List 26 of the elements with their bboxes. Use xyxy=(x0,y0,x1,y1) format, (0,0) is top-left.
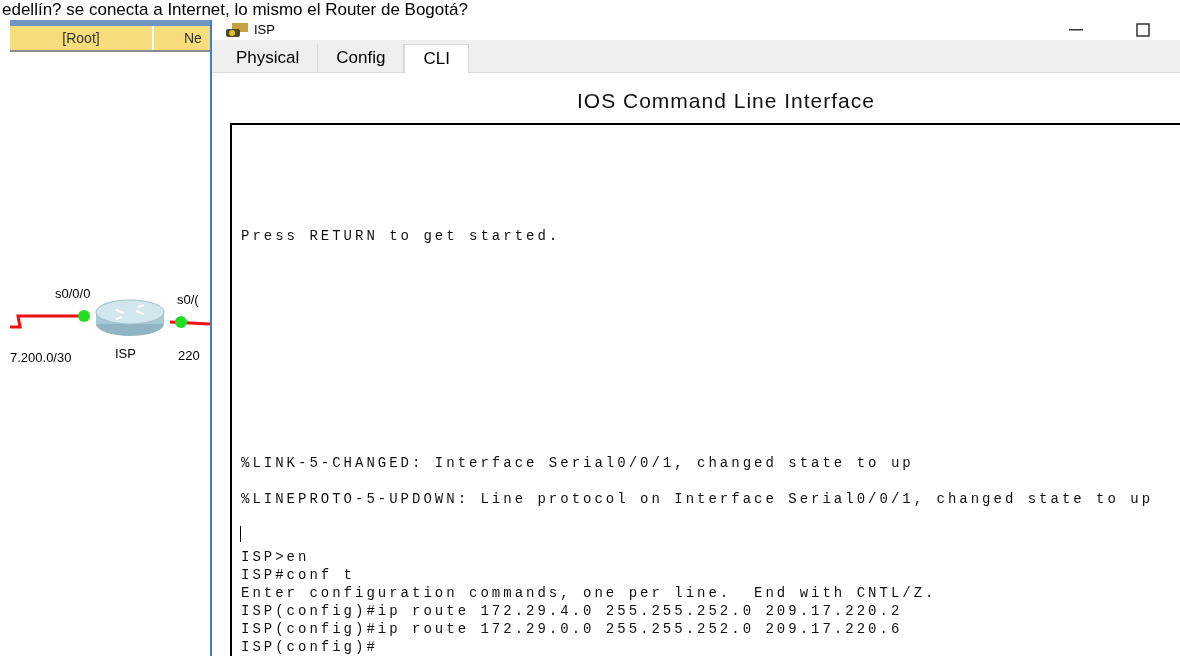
terminal-line: %LINEPROTO-5-UPDOWN: Line protocol on Interface Serial0/0/1, changed state to up xyxy=(241,490,1155,508)
router-icon xyxy=(95,299,165,336)
breadcrumb-tab[interactable]: Ne xyxy=(154,26,202,50)
terminal-line: Press RETURN to get started. xyxy=(241,226,562,245)
tab[interactable]: CLI xyxy=(404,44,469,73)
terminal-line: Enter configuration commands, one per line. End with CNTL/Z. xyxy=(241,584,938,602)
window-title: ISP xyxy=(254,21,275,40)
terminal-line: ISP>en xyxy=(241,548,311,566)
breadcrumb-tab[interactable]: [Root] xyxy=(10,26,154,50)
terminal-line: %LINK-5-CHANGED: Interface Serial0/0/1, changed state to up xyxy=(241,454,915,472)
link-line xyxy=(169,320,210,326)
minimize-icon xyxy=(1069,29,1083,31)
question-text: edellín? se conecta a Internet, lo mismo el Router de Bogotá? xyxy=(1,0,469,20)
terminal-line: ISP(config)#ip route 172.29.0.0 255.255.252.0 209.17.220.6 xyxy=(241,620,904,638)
device-label: ISP xyxy=(115,345,136,363)
maximize-icon xyxy=(1136,23,1150,37)
terminal-line: ISP#conf t xyxy=(241,566,356,584)
terminal-line: ISP(config)#ip route 172.29.4.0 255.255.252.0 209.17.220.2 xyxy=(241,602,904,620)
link-label: 220 xyxy=(178,347,200,365)
link-label: s0/( xyxy=(177,291,199,309)
link-label: s0/0/0 xyxy=(55,285,91,303)
terminal-line: ISP(config)# xyxy=(241,638,379,656)
link-label: 7.200.0/30 xyxy=(10,349,72,367)
port-status-dot xyxy=(175,316,187,328)
port-status-dot xyxy=(78,310,90,322)
panel-heading: IOS Command Line Interface xyxy=(576,88,876,114)
